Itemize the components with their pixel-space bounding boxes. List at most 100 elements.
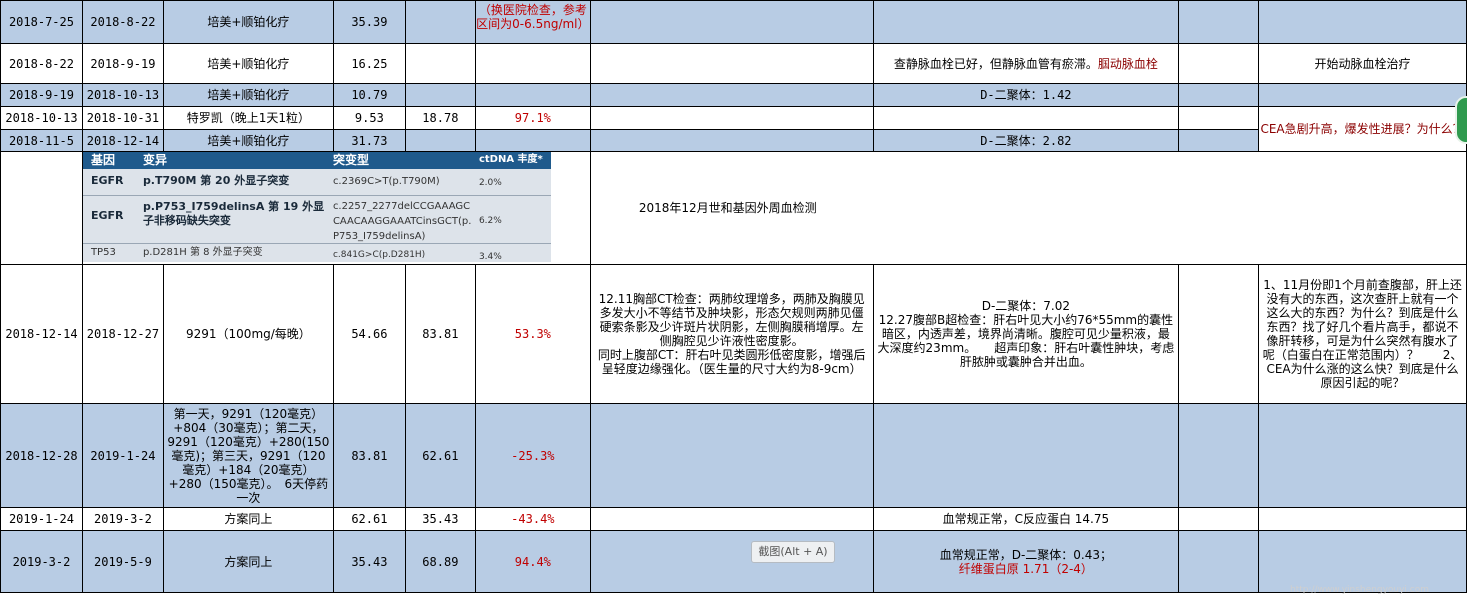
plan-cell[interactable]: 方案同上 (162, 507, 334, 531)
change-cell[interactable]: 53.3% (474, 264, 591, 404)
ct-cell[interactable] (589, 403, 874, 508)
plan-cell[interactable]: 9291（100mg/每晚） (162, 264, 334, 404)
cea-after-cell[interactable] (404, 83, 476, 107)
start-date-cell[interactable]: 2019-1-24 (0, 507, 83, 531)
empty-cell[interactable] (1178, 106, 1260, 130)
other-tests-cell[interactable]: 血常规正常，D-二聚体：0.43；纤维蛋白原 1.71（2-4） (872, 530, 1180, 593)
end-date-cell[interactable]: 2018-12-14 (81, 129, 164, 152)
start-date-cell[interactable]: 2018-12-28 (0, 403, 83, 508)
ct-cell[interactable] (589, 0, 874, 44)
end-date-cell[interactable]: 2019-5-9 (81, 530, 164, 593)
cea-before-cell[interactable]: 31.73 (332, 129, 406, 152)
plan-cell[interactable]: 方案同上 (162, 530, 334, 593)
plan-cell[interactable]: 培美+顺铂化疗 (162, 83, 334, 107)
change-cell[interactable]: 97.1% (474, 106, 591, 130)
empty-cell[interactable] (1178, 83, 1260, 107)
notes-cell[interactable] (1258, 530, 1467, 593)
start-date-cell[interactable]: 2019-3-2 (0, 530, 83, 593)
end-date-cell[interactable]: 2018-12-27 (81, 264, 164, 404)
empty-cell[interactable] (1178, 530, 1260, 593)
notes-cell[interactable] (1258, 507, 1467, 531)
notes-cell[interactable] (1258, 83, 1467, 107)
other-tests-cell[interactable]: D-二聚体：2.82 (872, 129, 1180, 152)
cea-before-cell[interactable]: 35.43 (332, 530, 406, 593)
empty-cell[interactable] (1178, 0, 1260, 44)
cea-before-cell[interactable]: 83.81 (332, 403, 406, 508)
other-tests-cell[interactable]: 血常规正常，C反应蛋白 14.75 (872, 507, 1180, 531)
other-tests-cell[interactable] (872, 106, 1180, 130)
end-date-cell[interactable]: 2018-10-13 (81, 83, 164, 107)
notes-cell[interactable]: CEA急剧升高，爆发性进展？为什么？ (1258, 106, 1467, 152)
empty-cell[interactable] (1178, 43, 1260, 84)
cea-after-cell[interactable] (404, 129, 476, 152)
other-tests-cell[interactable]: D-二聚体：7.02 12.27腹部B超检查：肝右叶见大小约76*55mm的囊性… (872, 264, 1180, 404)
table-row: 2018-12-14 2018-12-27 9291（100mg/每晚） 54.… (0, 264, 1467, 404)
ct-cell[interactable] (589, 507, 874, 531)
start-date-cell[interactable]: 2018-9-19 (0, 83, 83, 107)
change-cell[interactable] (474, 43, 591, 84)
plan-cell[interactable]: 培美+顺铂化疗 (162, 0, 334, 44)
gene-mutation: c.2257_2277delCCGAAAGCCAACAAGGAAATCinsGC… (332, 201, 472, 242)
plan-cell[interactable]: 特罗凯（晚上1天1粒） (162, 106, 334, 130)
genetic-test-row: 基因 变异 突变型 ctDNA 丰度* EGFR p.T790M 第 20 外显… (0, 151, 1467, 265)
empty-cell[interactable] (1178, 403, 1260, 508)
empty-cell[interactable] (1178, 507, 1260, 531)
cea-after-cell[interactable] (404, 43, 476, 84)
ct-cell[interactable] (589, 43, 874, 84)
other-tests-cell[interactable]: 查静脉血栓已好，但静脉血管有瘀滞。腘动脉血栓 (872, 43, 1180, 84)
cea-before-cell[interactable]: 35.39 (332, 0, 406, 44)
plan-cell[interactable]: 第一天，9291（120毫克）+804（30毫克）；第二天，9291（120毫克… (162, 403, 334, 508)
plan-cell[interactable]: 培美+顺铂化疗 (162, 43, 334, 84)
change-cell[interactable]: -43.4% (474, 507, 591, 531)
ct-cell[interactable] (589, 106, 874, 130)
start-date-cell[interactable]: 2018-11-5 (0, 129, 83, 152)
end-date-cell[interactable]: 2019-3-2 (81, 507, 164, 531)
end-date-cell[interactable]: 2018-10-31 (81, 106, 164, 130)
notes-cell[interactable]: 1、11月份即1个月前查腹部，肝上还没有大的东西，这次查肝上就有一个这么大的东西… (1258, 264, 1467, 404)
start-date-cell[interactable]: 2018-7-25 (0, 0, 83, 44)
cea-before-cell[interactable]: 9.53 (332, 106, 406, 130)
empty-cell[interactable] (1178, 264, 1260, 404)
genetic-table-body: EGFR p.T790M 第 20 外显子突变 c.2369C>T(p.T790… (83, 169, 551, 262)
cea-before-cell[interactable]: 10.79 (332, 83, 406, 107)
other-tests-cell[interactable] (872, 403, 1180, 508)
cea-after-cell[interactable]: 62.61 (404, 403, 476, 508)
end-date-cell[interactable]: 2019-1-24 (81, 403, 164, 508)
ct-cell[interactable]: 12.11胸部CT检查：两肺纹理增多，两肺及胸膜见多发大小不等结节及肿块影，形态… (589, 264, 874, 404)
start-date-cell[interactable]: 2018-10-13 (0, 106, 83, 130)
plan-cell[interactable]: 培美+顺铂化疗 (162, 129, 334, 152)
table-row: 2018-7-25 2018-8-22 培美+顺铂化疗 35.39 （换医院检查… (0, 0, 1467, 44)
cea-after-cell[interactable]: 68.89 (404, 530, 476, 593)
empty-cell[interactable] (1258, 151, 1467, 265)
cea-after-cell[interactable]: 83.81 (404, 264, 476, 404)
change-cell[interactable]: -25.3% (474, 403, 591, 508)
ct-cell[interactable] (589, 129, 874, 152)
empty-cell[interactable] (1178, 151, 1260, 265)
notes-cell[interactable]: 开始动脉血栓治疗 (1258, 43, 1467, 84)
cea-after-cell[interactable] (404, 0, 476, 44)
other-tests-cell[interactable] (872, 0, 1180, 44)
cea-before-cell[interactable]: 54.66 (332, 264, 406, 404)
change-cell[interactable]: 94.4% (474, 530, 591, 593)
cea-before-cell[interactable]: 62.61 (332, 507, 406, 531)
cea-after-cell[interactable]: 18.78 (404, 106, 476, 130)
notes-cell[interactable] (1258, 403, 1467, 508)
genetic-test-label[interactable]: 2018年12月世和基因外周血检测 (589, 151, 1180, 265)
other-tests-cell[interactable]: D-二聚体：1.42 (872, 83, 1180, 107)
empty-cell[interactable] (1178, 129, 1260, 152)
start-date-cell[interactable]: 2018-8-22 (0, 43, 83, 84)
change-cell[interactable]: （换医院检查，参考区间为0-6.5ng/ml） (474, 0, 591, 44)
change-cell[interactable] (474, 129, 591, 152)
cea-before-cell[interactable]: 16.25 (332, 43, 406, 84)
ct-cell[interactable] (589, 83, 874, 107)
cea-after-cell[interactable]: 35.43 (404, 507, 476, 531)
end-date-cell[interactable]: 2018-9-19 (81, 43, 164, 84)
start-date-cell[interactable]: 2018-12-14 (0, 264, 83, 404)
notes-cell[interactable] (1258, 0, 1467, 44)
genetic-image-cell[interactable]: 基因 变异 突变型 ctDNA 丰度* EGFR p.T790M 第 20 外显… (81, 151, 591, 265)
floating-sidebar-tab[interactable] (1455, 96, 1467, 144)
end-date-cell[interactable]: 2018-8-22 (81, 0, 164, 44)
change-cell[interactable] (474, 83, 591, 107)
table-row: 2018-12-28 2019-1-24 第一天，9291（120毫克）+804… (0, 403, 1467, 508)
empty-cell[interactable] (0, 151, 83, 265)
